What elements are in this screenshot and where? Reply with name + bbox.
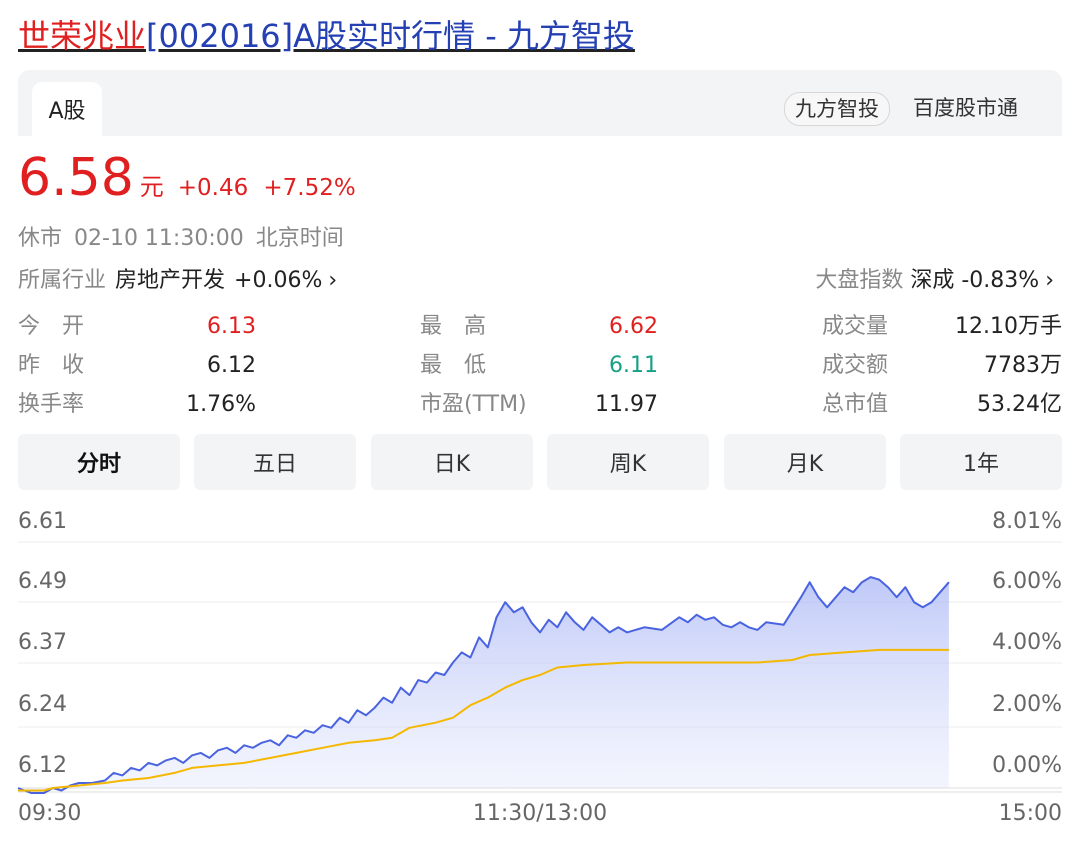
source-pill[interactable]: 九方智投: [784, 92, 890, 126]
price-change-pct: +7.52%: [263, 175, 356, 201]
stock-name-link[interactable]: 世荣兆业: [18, 17, 146, 55]
stats-grid: 今 开 6.13 昨 收 6.12 换手率 1.76% 最 高 6.62 最 低…: [18, 310, 1062, 430]
period-tabs: 分时 五日 日K 周K 月K 1年: [18, 434, 1062, 490]
quote-row: 6.58 元 +0.46 +7.52%: [18, 146, 356, 210]
index-link[interactable]: 大盘指数 深成 -0.83% ›: [815, 266, 1054, 296]
price-area: [18, 577, 949, 793]
tab-weekly-k[interactable]: 周K: [547, 434, 709, 490]
x-tick-label: 11:30/13:00: [473, 801, 607, 826]
intraday-chart[interactable]: 6.61 6.49 6.37 6.24 6.12 8.01% 6.00% 4.00% 2.00%…: [0, 500, 1080, 840]
y-left-tick-label: 6.12: [18, 753, 67, 778]
y-left-tick-label: 6.37: [18, 630, 67, 655]
low-value: 6.11: [609, 353, 658, 378]
prev-close-value: 6.12: [207, 353, 256, 378]
index-label: 大盘指数: [815, 268, 904, 293]
volume-label: 成交量: [822, 314, 889, 339]
low-label: 最 低: [420, 353, 487, 378]
industry-name: 房地产开发: [115, 268, 226, 293]
y-left-tick-label: 6.49: [18, 569, 67, 594]
tab-intraday[interactable]: 分时: [18, 434, 180, 490]
market-status: 休市 02-10 11:30:00 北京时间: [18, 224, 356, 254]
status-zone: 北京时间: [255, 226, 344, 251]
industry-link[interactable]: 所属行业 房地产开发 +0.06% ›: [18, 266, 337, 296]
tab-a-share[interactable]: A股: [32, 82, 102, 136]
y-left-tick-label: 6.24: [18, 692, 67, 717]
market-tab-bar: A股 九方智投 百度股市通: [18, 70, 1062, 136]
volume-value: 12.10万手: [955, 314, 1062, 339]
chevron-right-icon: ›: [328, 268, 338, 293]
tab-monthly-k[interactable]: 月K: [724, 434, 886, 490]
turnover-value: 1.76%: [186, 392, 256, 417]
tab-five-day[interactable]: 五日: [194, 434, 356, 490]
open-value: 6.13: [207, 314, 256, 339]
prev-close-label: 昨 收: [18, 353, 85, 378]
pe-label: 市盈(TTM): [420, 392, 527, 417]
index-name: 深成: [910, 268, 955, 293]
pe-value: 11.97: [595, 392, 658, 417]
y-right-tick-label: 0.00%: [992, 753, 1062, 778]
current-price: 6.58: [18, 148, 134, 208]
page-title[interactable]: 世荣兆业[002016]A股实时行情 - 九方智投: [18, 14, 635, 58]
turnover-label: 换手率: [18, 392, 85, 417]
y-right-tick-label: 4.00%: [992, 630, 1062, 655]
high-value: 6.62: [609, 314, 658, 339]
status-time: 02-10 11:30:00: [74, 226, 244, 251]
source-link[interactable]: 百度股市通: [913, 92, 1018, 124]
price-change: +0.46: [177, 175, 249, 201]
high-label: 最 高: [420, 314, 487, 339]
amount-value: 7783万: [984, 353, 1062, 378]
x-tick-label: 09:30: [18, 801, 81, 826]
status-state: 休市: [18, 226, 63, 251]
open-label: 今 开: [18, 314, 85, 339]
y-right-tick-label: 2.00%: [992, 692, 1062, 717]
industry-change: +0.06%: [234, 268, 323, 293]
y-left-tick-label: 6.61: [18, 509, 67, 534]
tab-one-year[interactable]: 1年: [900, 434, 1062, 490]
price-unit: 元: [139, 173, 164, 201]
stock-code-link[interactable]: [002016]A股实时行情 - 九方智投: [146, 17, 635, 55]
y-right-tick-label: 6.00%: [992, 569, 1062, 594]
chevron-right-icon: ›: [1045, 268, 1054, 293]
x-tick-label: 15:00: [999, 801, 1062, 826]
industry-label: 所属行业: [18, 268, 107, 293]
y-right-tick-label: 8.01%: [992, 509, 1062, 534]
tab-daily-k[interactable]: 日K: [371, 434, 533, 490]
mcap-value: 53.24亿: [977, 392, 1062, 417]
index-change: -0.83%: [961, 268, 1040, 293]
amount-label: 成交额: [822, 353, 889, 378]
mcap-label: 总市值: [822, 392, 889, 417]
